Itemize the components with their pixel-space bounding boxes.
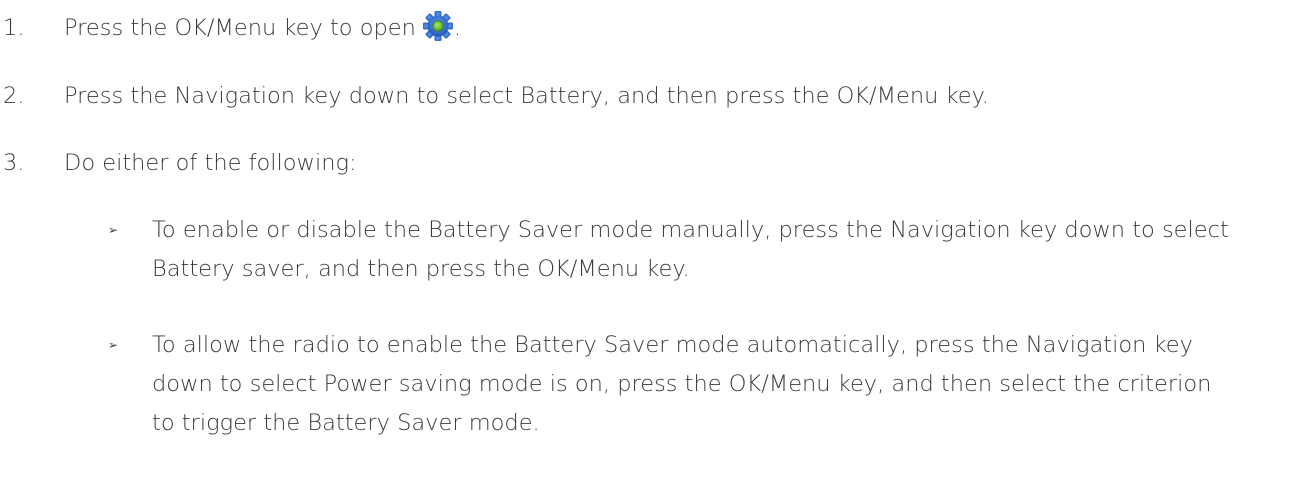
step-number: 1. — [3, 15, 25, 41]
bullet-line: Battery saver, and then press the OK/Men… — [152, 256, 690, 282]
step-1: 1. Press the OK/Menu key to open . — [0, 10, 1300, 46]
gear-icon — [422, 10, 454, 42]
bullet-line: To allow the radio to enable the Battery… — [152, 332, 1193, 358]
step-text: Press the OK/Menu key to open . — [64, 10, 461, 46]
step-1-label: Press the OK/Menu key to open — [64, 15, 416, 41]
bullet-line: down to select Power saving mode is on, … — [152, 371, 1212, 397]
bullet-line: to trigger the Battery Saver mode. — [152, 410, 540, 436]
step-number: 2. — [3, 83, 25, 109]
bullet-line: To enable or disable the Battery Saver m… — [152, 217, 1229, 243]
arrow-bullet-icon: ➢ — [108, 338, 119, 352]
step-1-suffix: . — [453, 15, 462, 41]
step-text: Press the Navigation key down to select … — [64, 83, 989, 109]
step-text: Do either of the following: — [64, 150, 357, 176]
step-number: 3. — [3, 150, 25, 176]
arrow-bullet-icon: ➢ — [108, 223, 119, 237]
step-2: 2. Press the Navigation key down to sele… — [0, 78, 1300, 114]
step-3: 3. Do either of the following: — [0, 145, 1300, 181]
